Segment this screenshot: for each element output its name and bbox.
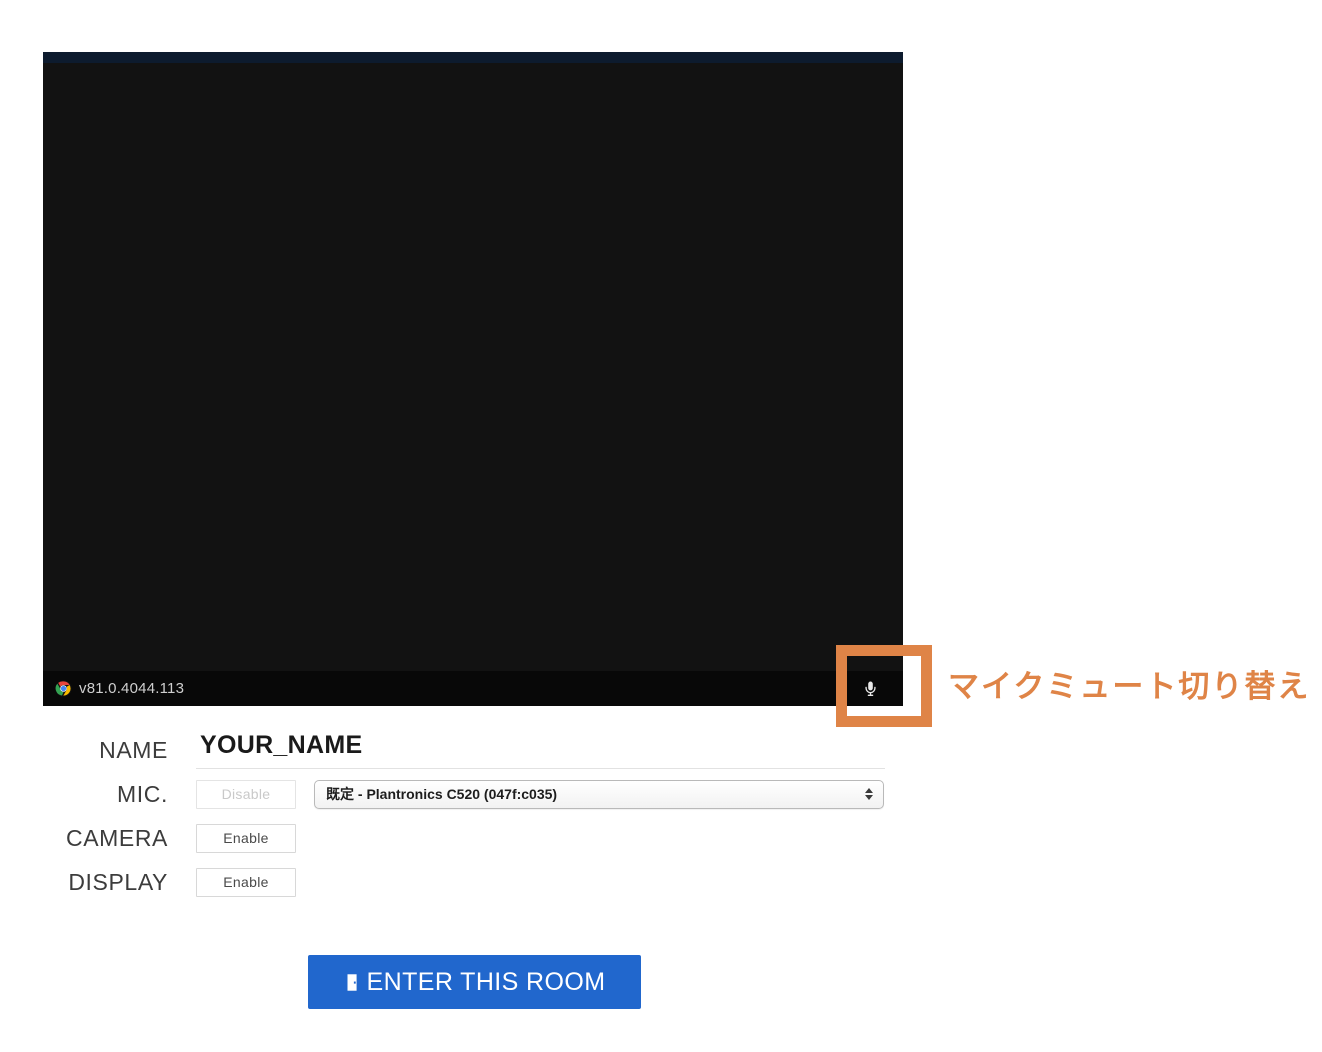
- form-row-display: DISPLAY Enable: [0, 860, 903, 904]
- label-display: DISPLAY: [68, 868, 168, 895]
- video-toolbar: v81.0.4044.113: [43, 671, 903, 706]
- chrome-version-label: v81.0.4044.113: [79, 680, 185, 697]
- settings-form: NAME MIC. Disable 既定 - Plantronics C520 …: [0, 728, 903, 904]
- form-row-name: NAME: [0, 728, 903, 772]
- door-enter-icon: [344, 972, 367, 993]
- display-enable-button[interactable]: Enable: [196, 867, 296, 897]
- name-input[interactable]: [196, 731, 885, 769]
- form-row-mic: MIC. Disable 既定 - Plantronics C520 (047f…: [0, 772, 903, 816]
- control-display: Enable: [196, 867, 296, 897]
- label-mic: MIC.: [117, 780, 168, 807]
- chrome-logo-icon: [55, 680, 72, 697]
- video-canvas: [43, 63, 903, 671]
- control-mic: Disable 既定 - Plantronics C520 (047f:c035…: [196, 779, 884, 809]
- control-camera: Enable: [196, 823, 296, 853]
- chevron-updown-icon: [865, 788, 873, 800]
- mic-disable-button[interactable]: Disable: [196, 779, 296, 809]
- enter-this-room-button[interactable]: ENTER THIS ROOM: [308, 955, 641, 1009]
- control-name: [196, 731, 885, 769]
- mic-device-value: 既定 - Plantronics C520 (047f:c035): [326, 786, 558, 802]
- camera-enable-button[interactable]: Enable: [196, 823, 296, 853]
- form-row-camera: CAMERA Enable: [0, 816, 903, 860]
- video-top-strip: [43, 52, 903, 63]
- video-preview-panel: v81.0.4044.113: [43, 52, 903, 706]
- enter-room-label: ENTER THIS ROOM: [366, 967, 606, 996]
- label-camera: CAMERA: [65, 824, 168, 851]
- label-name: NAME: [99, 736, 168, 763]
- annotation-label: マイクミュート切り替え: [948, 669, 1311, 704]
- mic-device-select[interactable]: 既定 - Plantronics C520 (047f:c035): [314, 779, 884, 809]
- annotation-highlight-box: [836, 645, 932, 727]
